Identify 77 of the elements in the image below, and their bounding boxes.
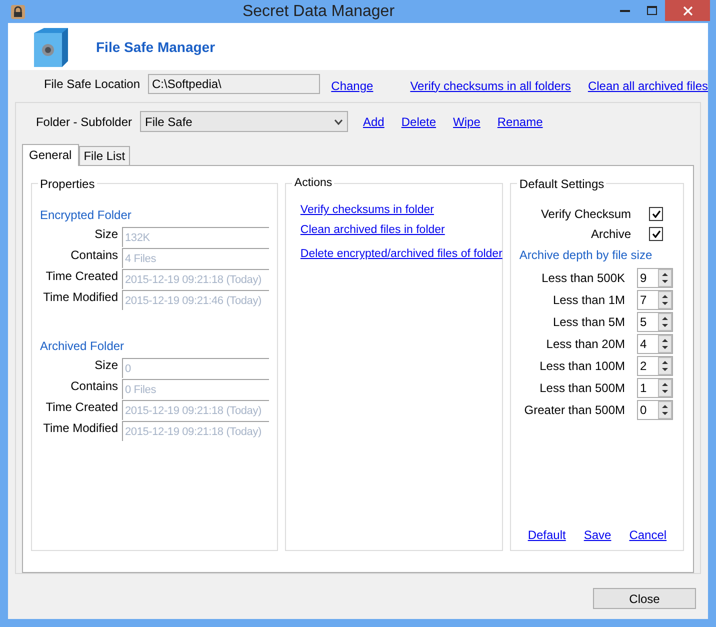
value-field: 0 Files — [122, 379, 270, 399]
spinner-arrows-icon — [658, 269, 672, 287]
link[interactable]: Cancel — [629, 528, 667, 542]
spinner-arrows-icon — [658, 291, 672, 309]
field-label: Less than 500K — [542, 271, 625, 285]
field-label: Less than 5M — [552, 315, 625, 329]
field-label: Less than 100M — [540, 359, 625, 373]
field-label: Time Created — [44, 400, 118, 414]
number-spinner[interactable]: 1 — [637, 378, 673, 398]
number-spinner[interactable]: 0 — [637, 400, 673, 420]
window-title: Secret Data Manager — [241, 2, 396, 20]
tab[interactable]: File List — [78, 146, 130, 166]
check-icon — [652, 210, 660, 218]
app-heading: File Safe Manager — [96, 38, 216, 54]
link[interactable]: Clean all archived files — [588, 78, 708, 92]
group-title: Default Settings — [517, 177, 606, 191]
link[interactable]: Change — [331, 78, 374, 92]
field-label: Less than 500M — [540, 381, 625, 395]
field-label: Less than 1M — [552, 293, 625, 307]
field-label: Time Created — [44, 269, 118, 283]
field-label: Folder - Subfolder — [34, 114, 132, 128]
link[interactable]: Default — [528, 528, 566, 542]
field-label: Size — [94, 358, 118, 372]
maximize-icon — [646, 6, 656, 15]
number-spinner[interactable]: 5 — [637, 312, 673, 332]
link[interactable]: Wipe — [453, 114, 480, 128]
chevron-down-icon — [334, 118, 343, 124]
link[interactable]: Verify checksums in folder — [300, 204, 434, 216]
spinner-arrows-icon — [658, 379, 672, 397]
link[interactable]: Add — [363, 114, 384, 128]
field-label: Contains — [70, 248, 118, 262]
value-field: 2015-12-19 09:21:18 (Today) — [122, 421, 270, 441]
value-field: 2015-12-19 09:21:18 (Today) — [122, 400, 270, 420]
value-field: 2015-12-19 09:21:18 (Today) — [122, 269, 270, 289]
group-title: Properties — [38, 177, 97, 191]
number-spinner[interactable]: 2 — [637, 356, 673, 376]
close-icon — [682, 6, 692, 16]
check-icon — [652, 230, 660, 238]
link[interactable]: Save — [584, 528, 612, 542]
field-label: Contains — [70, 379, 118, 393]
spinner-arrows-icon — [658, 357, 672, 375]
spinner-arrows-icon — [658, 401, 672, 419]
section-heading: Archived Folder — [40, 339, 126, 353]
number-spinner[interactable]: 9 — [637, 268, 673, 288]
lock-icon — [10, 4, 26, 20]
section-heading: Archive depth by file size — [519, 248, 654, 262]
checkbox-label: Verify Checksum — [540, 207, 631, 221]
value-field: 2015-12-19 09:21:46 (Today) — [122, 290, 270, 310]
field-label: Less than 20M — [546, 337, 625, 351]
folder-dropdown[interactable]: File Safe — [140, 111, 348, 132]
link[interactable]: Clean archived files in folder — [300, 224, 445, 236]
number-spinner[interactable]: 4 — [637, 334, 673, 354]
minimize-icon — [620, 9, 630, 12]
checkbox[interactable] — [649, 207, 663, 221]
checkbox[interactable] — [649, 227, 663, 241]
field-label: Size — [94, 227, 118, 241]
value-field: 132K — [122, 227, 270, 247]
section-heading: Encrypted Folder — [40, 208, 132, 222]
link[interactable]: Delete encrypted/archived files of folder — [300, 248, 502, 260]
value-field: 0 — [122, 358, 270, 378]
close-button[interactable] — [665, 0, 710, 21]
spinner-arrows-icon — [658, 313, 672, 331]
link[interactable]: Rename — [497, 114, 543, 128]
spinner-arrows-icon — [658, 335, 672, 353]
field-label: Greater than 500M — [524, 403, 625, 417]
close-dialog-button[interactable]: Close — [593, 588, 696, 609]
number-spinner[interactable]: 7 — [637, 290, 673, 310]
field-label: File Safe Location — [42, 77, 140, 91]
checkbox-label: Archive — [590, 227, 631, 241]
field-label: Time Modified — [42, 421, 118, 435]
location-field[interactable]: C:\Softpedia\ — [148, 74, 320, 94]
link[interactable]: Verify checksums in all folders — [410, 78, 571, 92]
link[interactable]: Delete — [401, 114, 436, 128]
value-field: 4 Files — [122, 248, 270, 268]
group-title: Actions — [292, 177, 334, 189]
field-label: Time Modified — [42, 290, 118, 304]
tab[interactable]: General — [22, 144, 79, 166]
